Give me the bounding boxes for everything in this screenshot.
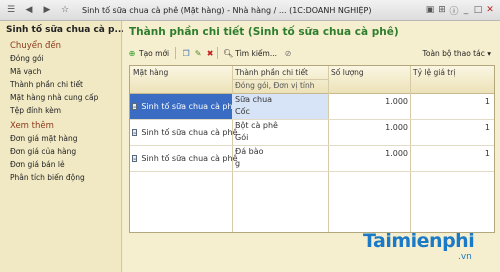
toolbar-separator [175,47,177,59]
component-unit: g [235,159,241,168]
cell-quantity: 1.000 [385,149,408,158]
column-header-component[interactable]: Thành phần chi tiết [232,68,308,77]
cell-component: Đá bào g [232,146,328,171]
item-name: Sinh tố sữa chua cà phê [141,154,238,163]
table-row[interactable]: = Sinh tố sữa chua cà phê Bột cà phê Gói… [130,120,494,146]
column-header-quantity[interactable]: Số lượng [328,68,364,77]
nav-item-barcode[interactable]: Mã vạch [0,65,121,78]
nav-item-variance-analysis[interactable]: Phân tích biến động [0,171,121,184]
new-button-label: Tạo mới [139,48,170,58]
panel-header: Sinh tố sữa chua cà p... [6,25,125,35]
section-more: Xem thêm [10,121,54,131]
table-header: Mặt hàng Thành phần chi tiết Đóng gói, Đ… [130,66,494,94]
cell-component: Sữa chua Cốc [232,94,328,119]
delete-icon[interactable]: ✖ [205,48,215,58]
all-actions-label: Toàn bộ thao tác [422,48,485,58]
maximize-icon[interactable]: □ [472,5,484,15]
nav-item-supplier-items[interactable]: Mặt hàng nhà cung cấp [0,91,121,104]
link-icon[interactable]: ⊞ [436,5,448,15]
header-divider [232,79,328,80]
cell-component: Bột cà phê Gói [232,120,328,145]
find-button[interactable]: 🔍︎ Tìm kiếm... [223,48,277,58]
bookmark-icon[interactable]: ▣ [424,5,436,15]
new-button[interactable]: ⊕ Tạo mới [127,48,170,58]
toolbar: ⊕ Tạo mới ❐ ✎ ✖ 🔍︎ Tìm kiếm... ⊘ Toàn bộ… [127,45,495,61]
navigation-panel: Sinh tố sữa chua cà p... Chuyển đến Đóng… [0,21,125,272]
component-name: Đá bào [235,147,264,156]
column-header-item[interactable]: Mặt hàng [130,68,168,77]
all-actions-menu[interactable]: Toàn bộ thao tác ▾ [423,49,491,58]
cell-item: = Sinh tố sữa chua cà phê [130,146,238,171]
chevron-down-icon: ▾ [487,48,491,58]
close-icon[interactable]: ✕ [484,5,496,15]
nav-item-retail-price[interactable]: Đơn giá bán lẻ [0,158,121,171]
copy-icon[interactable]: ❐ [181,48,191,58]
nav-item-components[interactable]: Thành phần chi tiết [0,78,121,91]
forward-icon[interactable]: ▶ [40,3,54,17]
component-name: Bột cà phê [235,121,278,130]
cell-ratio: 1 [484,123,490,132]
item-name: Sinh tố sữa chua cà phê [141,128,238,137]
nav-item-store-price[interactable]: Đơn giá của hàng [0,145,121,158]
search-icon: 🔍︎ [223,48,234,58]
add-icon: ⊕ [128,48,136,58]
watermark-domain: .vn [458,252,472,262]
watermark-text: Taimienphi [363,230,475,252]
cell-ratio: 1 [484,149,490,158]
components-table: Mặt hàng Thành phần chi tiết Đóng gói, Đ… [129,65,495,233]
cell-quantity: 1.000 [385,97,408,106]
cell-item: = Sinh tố sữa chua cà phê [130,120,238,145]
nav-item-packaging[interactable]: Đóng gói [0,52,121,65]
component-name: Sữa chua [235,95,273,104]
window-title: Sinh tố sữa chua cà phê (Mặt hàng) - Nhà… [82,5,372,15]
cell-item: = Sinh tố sữa chua cà phê [130,94,238,119]
favorite-icon[interactable]: ☆ [58,3,72,17]
back-icon[interactable]: ◀ [22,3,36,17]
row-icon: = [132,103,138,110]
table-row[interactable]: = Sinh tố sữa chua cà phê Sữa chua Cốc 1… [130,94,494,120]
edit-icon[interactable]: ✎ [193,48,203,58]
cell-quantity: 1.000 [385,123,408,132]
row-icon: = [132,155,138,162]
column-header-ratio[interactable]: Tỷ lệ giá trị [410,68,455,77]
minimize-icon[interactable]: _ [460,5,472,15]
page-title: Thành phần chi tiết (Sinh tố sữa chua cà… [129,26,399,38]
find-button-label: Tìm kiếm... [235,48,277,58]
info-icon[interactable]: ⓘ [448,4,460,17]
table-row[interactable]: = Sinh tố sữa chua cà phê Đá bào g 1.000… [130,146,494,172]
toolbar-separator [217,47,219,59]
app-menu-icon[interactable]: ☰ [4,3,18,17]
item-name: Sinh tố sữa chua cà phê [141,102,238,111]
nav-item-attachments[interactable]: Tệp đính kèm [0,104,121,117]
cancel-search-icon[interactable]: ⊘ [283,48,293,58]
cell-ratio: 1 [484,97,490,106]
section-goto: Chuyển đến [10,41,62,51]
row-icon: = [132,129,138,136]
component-unit: Cốc [235,107,250,116]
column-header-unit[interactable]: Đóng gói, Đơn vị tính [232,81,314,90]
nav-item-item-price[interactable]: Đơn giá mặt hàng [0,132,121,145]
component-unit: Gói [235,133,249,142]
title-bar: ☰ ◀ ▶ ☆ Sinh tố sữa chua cà phê (Mặt hàn… [0,0,500,21]
